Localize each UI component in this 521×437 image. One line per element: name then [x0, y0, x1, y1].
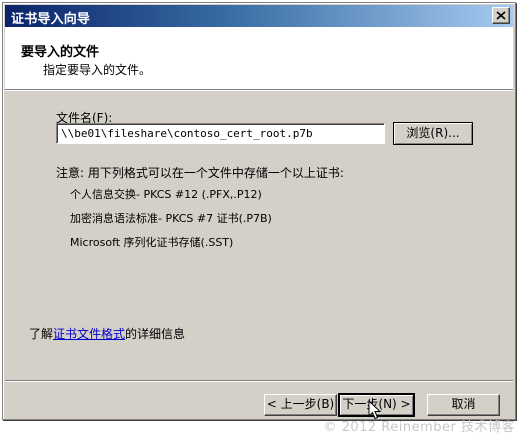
close-button[interactable]	[492, 7, 510, 24]
close-icon	[496, 11, 506, 20]
list-item: 加密消息语法标准- PKCS #7 证书(.P7B)	[70, 212, 272, 225]
certificate-import-wizard-window: 证书导入向导 要导入的文件 指定要导入的文件。 文件名(F): 浏览(R)...…	[2, 2, 516, 420]
watermark: © 2012 Reinember 技术博客	[323, 420, 515, 435]
more-info-prefix: 了解	[29, 327, 54, 341]
footer-divider	[5, 380, 513, 382]
list-item: 个人信息交换- PKCS #12 (.PFX,.P12)	[70, 188, 262, 201]
page-title: 要导入的文件	[21, 45, 100, 60]
page-subtitle: 指定要导入的文件。	[43, 63, 152, 77]
more-info-text: 了解证书文件格式的详细信息	[29, 325, 185, 342]
wizard-header-panel: 要导入的文件 指定要导入的文件。	[5, 27, 513, 90]
format-note: 注意: 用下列格式可以在一个文件中存储一个以上证书:	[56, 166, 344, 180]
title-bar[interactable]: 证书导入向导	[5, 5, 513, 27]
screen: 证书导入向导 要导入的文件 指定要导入的文件。 文件名(F): 浏览(R)...…	[0, 0, 521, 437]
more-info-suffix: 的详细信息	[125, 327, 186, 341]
cancel-button[interactable]: 取消	[427, 394, 500, 416]
list-item: Microsoft 序列化证书存储(.SST)	[70, 236, 234, 249]
window-title: 证书导入向导	[11, 12, 91, 27]
browse-button[interactable]: 浏览(R)...	[393, 122, 473, 145]
wizard-body: 文件名(F): 浏览(R)... 注意: 用下列格式可以在一个文件中存储一个以上…	[5, 92, 513, 377]
file-name-input[interactable]	[56, 123, 385, 144]
format-list: 个人信息交换- PKCS #12 (.PFX,.P12) 加密消息语法标准- P…	[70, 186, 272, 258]
certificate-file-formats-link[interactable]: 证书文件格式	[53, 327, 125, 341]
back-button[interactable]: < 上一步(B)	[264, 394, 337, 416]
